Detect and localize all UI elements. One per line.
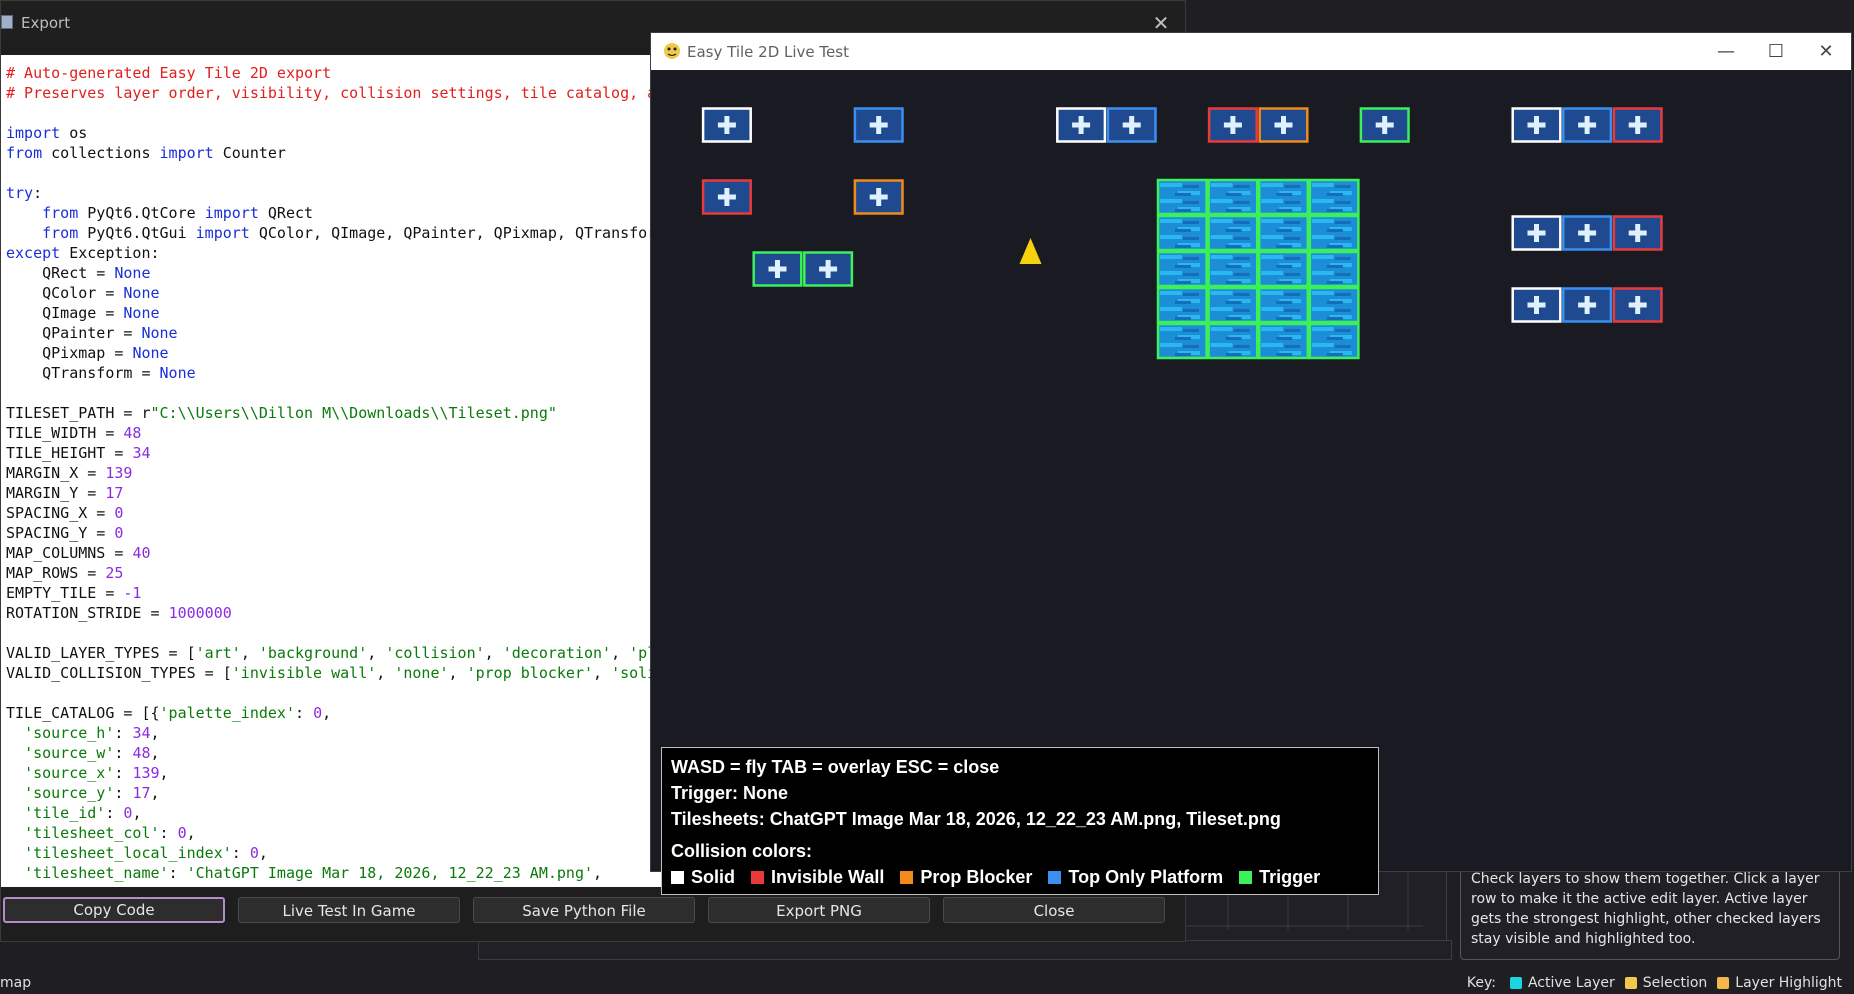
layer-highlight-swatch xyxy=(1717,977,1730,989)
export-png-button[interactable]: Export PNG xyxy=(708,897,930,923)
hud-tilesheets: Tilesheets: ChatGPT Image Mar 18, 2026, … xyxy=(671,809,1281,829)
key-selection: Selection xyxy=(1624,975,1708,991)
save-python-button[interactable]: Save Python File xyxy=(473,897,695,923)
live-test-button[interactable]: Live Test In Game xyxy=(238,897,460,923)
export-button-row: Copy Code Live Test In Game Save Python … xyxy=(1,897,1185,927)
water-tile xyxy=(1156,286,1208,324)
wall-tile xyxy=(803,251,854,287)
wall-tile xyxy=(1056,107,1107,143)
game-canvas[interactable]: WASD = fly TAB = overlay ESC = close Tri… xyxy=(651,71,1851,895)
copy-code-button[interactable]: Copy Code xyxy=(3,897,225,923)
status-bar: map Key: Active Layer Selection Layer Hi… xyxy=(0,970,1854,994)
water-tile xyxy=(1207,286,1259,324)
wall-tile xyxy=(853,107,904,143)
water-tile xyxy=(1207,322,1259,360)
wall-tile xyxy=(752,251,803,287)
wall-tile xyxy=(701,179,752,215)
key-layer-highlight-label: Layer Highlight xyxy=(1735,975,1842,991)
wall-tile xyxy=(1612,287,1663,323)
live-test-title: Easy Tile 2D Live Test xyxy=(687,43,849,61)
collision-swatch xyxy=(1239,870,1253,884)
water-tile xyxy=(1257,214,1310,252)
wall-tile xyxy=(1562,215,1613,251)
player-marker xyxy=(1019,238,1042,264)
water-tile xyxy=(1156,250,1208,288)
key-legend: Key: Active Layer Selection Layer Highli… xyxy=(1467,975,1842,991)
hud-overlay: WASD = fly TAB = overlay ESC = close Tri… xyxy=(661,747,1379,895)
selection-swatch xyxy=(1624,977,1637,989)
water-tile xyxy=(1257,322,1310,360)
collision-swatch xyxy=(751,870,764,884)
hud-collision-heading: Collision colors: xyxy=(671,841,813,861)
wall-tile xyxy=(1106,107,1157,143)
live-test-titlebar[interactable]: Easy Tile 2D Live Test — ☐ ✕ xyxy=(651,33,1851,70)
hud-trigger: Trigger: None xyxy=(671,783,789,803)
wall-tile xyxy=(1359,107,1410,143)
water-tile xyxy=(1156,322,1208,360)
python-snake-icon xyxy=(664,43,680,59)
collision-legend-item: Solid xyxy=(671,867,735,888)
collision-legend-item: Trigger xyxy=(1239,867,1320,888)
hud-controls: WASD = fly TAB = overlay ESC = close xyxy=(671,757,1000,777)
wall-tile xyxy=(1562,287,1613,323)
bottom-panel xyxy=(478,940,1452,960)
water-tile xyxy=(1207,250,1259,288)
active-layer-swatch xyxy=(1509,977,1522,989)
water-tile xyxy=(1308,214,1360,252)
key-label: Key: xyxy=(1466,975,1496,991)
water-tile xyxy=(1156,178,1208,216)
water-tile xyxy=(1156,214,1208,252)
wall-tile xyxy=(1511,215,1562,251)
close-button[interactable]: Close xyxy=(943,897,1165,923)
collision-legend-item: Prop Blocker xyxy=(900,867,1032,888)
water-tile xyxy=(1207,178,1259,216)
window-close-icon[interactable]: ✕ xyxy=(1801,37,1851,67)
maximize-icon[interactable]: ☐ xyxy=(1751,37,1801,67)
export-window-icon xyxy=(1,15,13,29)
layer-help-text: Check layers to show them together. Clic… xyxy=(1460,860,1840,960)
wall-tile xyxy=(1562,107,1613,143)
key-layer-highlight: Layer Highlight xyxy=(1717,975,1842,991)
water-tile xyxy=(1207,214,1259,252)
water-tile xyxy=(1257,286,1310,324)
wall-tile xyxy=(1207,107,1258,143)
water-tile xyxy=(1257,250,1310,288)
export-title: Export xyxy=(21,14,71,32)
collision-legend-item: Invisible Wall xyxy=(751,867,884,888)
wall-tile xyxy=(1511,287,1562,323)
collision-swatch xyxy=(900,870,914,884)
water-tile xyxy=(1308,250,1360,288)
collision-swatch xyxy=(671,870,684,884)
wall-tile xyxy=(1258,107,1309,143)
hud-collision-legend: Solid Invisible Wall Prop Blocker Top Only … xyxy=(671,864,1369,890)
wall-tile xyxy=(701,107,752,143)
wall-tile xyxy=(1612,215,1663,251)
water-tile xyxy=(1257,178,1310,216)
live-test-window: Easy Tile 2D Live Test — ☐ ✕ WASD = fly … xyxy=(650,32,1852,895)
key-selection-label: Selection xyxy=(1642,975,1708,991)
key-active-layer: Active Layer xyxy=(1509,975,1615,991)
collision-swatch xyxy=(1048,870,1062,884)
status-text: map xyxy=(0,975,32,991)
wall-tile xyxy=(1612,107,1663,143)
key-active-layer-label: Active Layer xyxy=(1527,975,1615,991)
collision-legend-item: Top Only Platform xyxy=(1048,867,1223,888)
wall-tile xyxy=(1511,107,1562,143)
water-tile xyxy=(1308,178,1360,216)
minimize-icon[interactable]: — xyxy=(1701,37,1751,67)
water-tile xyxy=(1308,322,1360,360)
wall-tile xyxy=(853,179,904,215)
water-tile xyxy=(1308,286,1360,324)
